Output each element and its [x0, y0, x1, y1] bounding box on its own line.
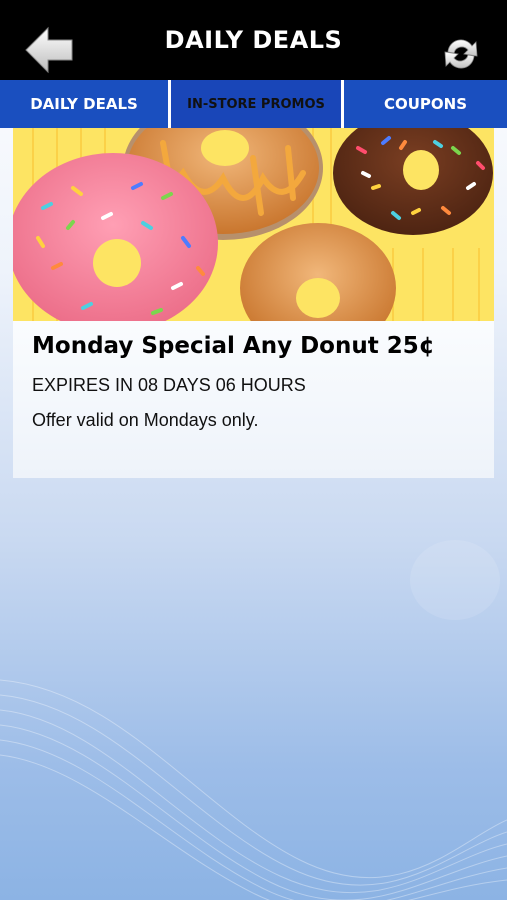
tab-bar: DAILY DEALS IN-STORE PROMOS COUPONS — [0, 80, 507, 128]
back-arrow-icon[interactable] — [24, 26, 74, 76]
tab-daily-deals[interactable]: DAILY DEALS — [0, 80, 168, 128]
refresh-icon[interactable] — [440, 34, 482, 74]
tab-in-store-promos[interactable]: IN-STORE PROMOS — [171, 80, 341, 128]
deal-description: Offer valid on Mondays only. — [32, 410, 259, 430]
app-header: DAILY DEALS — [0, 0, 507, 80]
background-waves — [0, 540, 507, 900]
tab-coupons[interactable]: COUPONS — [344, 80, 507, 128]
deal-image-donuts — [13, 128, 494, 321]
deal-card[interactable]: Monday Special Any Donut 25¢ EXPIRES IN … — [13, 128, 494, 478]
deal-title: Monday Special Any Donut 25¢ — [32, 333, 435, 359]
page-title: DAILY DEALS — [164, 26, 343, 54]
deal-expiry: EXPIRES IN 08 DAYS 06 HOURS — [32, 375, 306, 395]
